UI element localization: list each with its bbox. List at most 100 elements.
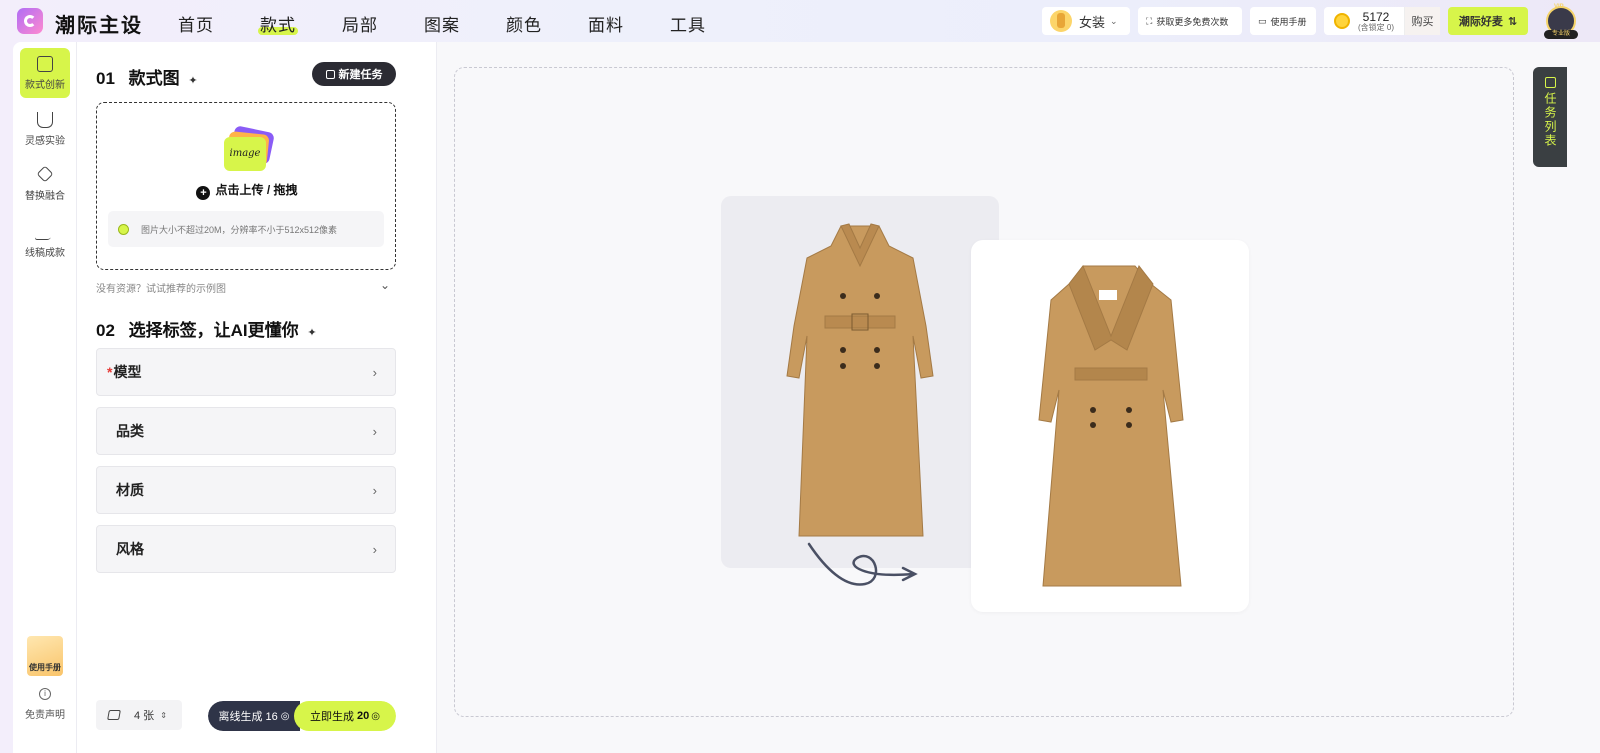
image-count-select[interactable]: 4 张 ⇕	[96, 700, 182, 730]
section-number: 01	[96, 69, 115, 88]
gender-value: 女装	[1079, 14, 1106, 30]
list-icon	[1544, 77, 1556, 88]
copy-icon	[325, 69, 335, 79]
chevron-right-icon: ›	[372, 541, 377, 557]
required-mark: *	[107, 364, 113, 380]
manual-label: 使用手册	[1270, 16, 1307, 27]
book-icon: ▭	[1258, 15, 1267, 26]
chevron-down-icon: ⌄	[1110, 15, 1118, 26]
settings-panel: 01 款式图 ✦ 新建任务 image + 点击上传 / 拖拽 图片大小不超过20…	[77, 42, 437, 753]
nav-pattern[interactable]: 图案	[424, 11, 460, 36]
nav-color[interactable]: 颜色	[506, 11, 542, 36]
rail-item-style-innovation[interactable]: 款式创新	[20, 48, 70, 98]
nav-tools[interactable]: 工具	[670, 11, 706, 36]
new-task-button[interactable]: 新建任务	[312, 62, 396, 86]
tag-label: 风格	[116, 541, 144, 557]
rail-label: 线稿成款	[25, 247, 65, 259]
credits-chip: 5172 (含锁定 0) 购买	[1324, 7, 1440, 35]
disclaimer-label: 免责声明	[25, 710, 65, 721]
dress-icon	[1050, 10, 1072, 32]
avatar-badge: 专业版	[1544, 30, 1578, 39]
sparkle-icon: ✦	[307, 327, 317, 339]
tag-row-model[interactable]: * 模型 ›	[96, 348, 396, 396]
tag-row-style[interactable]: 风格 ›	[96, 525, 396, 573]
nav-fabric[interactable]: 面料	[588, 11, 624, 36]
merge-icon	[36, 165, 54, 183]
curved-arrow-icon	[807, 542, 918, 586]
offline-generate-label: 离线生成 16	[218, 711, 278, 723]
coin-icon: ◎	[371, 710, 380, 722]
tool-rail: 款式创新 灵感实验 替换融合 线稿成款 使用手册 i 免责声明	[13, 42, 77, 753]
section-title: 选择标签，让AI更懂你	[128, 321, 299, 340]
section-style-image-title: 01 款式图 ✦	[96, 64, 198, 89]
image-icon: image	[224, 125, 275, 173]
rail-item-inspiration-lab[interactable]: 灵感实验	[20, 104, 70, 154]
manual-book-button[interactable]: 使用手册	[27, 636, 63, 676]
image-count-value: 4 张	[134, 710, 155, 722]
preview-stage	[454, 67, 1514, 717]
generate-buttons: 离线生成 16 ◎ 立即生成 20 ◎	[208, 701, 396, 731]
chevron-down-icon[interactable]: ⌄	[380, 278, 390, 292]
tag-label: 模型	[113, 364, 142, 380]
nav-local[interactable]: 局部	[342, 11, 378, 36]
plus-icon: +	[196, 186, 211, 200]
nav-style[interactable]: 款式	[258, 11, 298, 36]
flask-icon	[37, 111, 53, 128]
updown-icon: ⇕	[160, 710, 167, 720]
rail-item-sketch-to-style[interactable]: 线稿成款	[20, 216, 70, 266]
task-list-tab[interactable]: 任务列表	[1533, 67, 1567, 167]
free-uses-button[interactable]: ⛶ 获取更多免费次数	[1138, 7, 1242, 35]
section-title: 款式图	[128, 69, 180, 88]
trench-coat-image	[786, 223, 934, 537]
upload-hint-text: 图片大小不超过20M，分辨率不小于512x512像素	[141, 224, 338, 235]
rail-item-replace-merge[interactable]: 替换融合	[20, 160, 70, 210]
disclaimer-button[interactable]: i 免责声明	[20, 688, 70, 721]
coin-icon	[1334, 13, 1350, 29]
book-label: 使用手册	[29, 663, 61, 672]
section-tags-title: 02 选择标签，让AI更懂你 ✦	[96, 316, 317, 341]
top-bar: 潮际主设 首页 款式 局部 图案 颜色 面料 工具 女装 ⌄ ⛶ 获取更多免费次…	[0, 0, 1600, 42]
generate-now-label: 立即生成	[310, 711, 354, 723]
sample-link-text: 没有资源？试试推荐的示例图	[96, 284, 226, 295]
offline-generate-button[interactable]: 离线生成 16 ◎	[208, 701, 300, 731]
nav-home[interactable]: 首页	[178, 11, 214, 36]
task-list-label: 任务列表	[1543, 92, 1557, 148]
free-uses-label: 获取更多免费次数	[1156, 16, 1229, 27]
credits-value: 5172	[1362, 9, 1390, 24]
pen-icon	[34, 223, 56, 240]
star-icon	[37, 55, 53, 72]
check-icon	[118, 223, 129, 235]
coin-icon: ◎	[280, 710, 290, 722]
generate-now-button[interactable]: 立即生成 20 ◎	[294, 701, 396, 731]
credits-locked: (含锁定 0)	[1358, 22, 1394, 32]
upload-label[interactable]: + 点击上传 / 拖拽	[97, 181, 397, 200]
layers-icon	[107, 710, 121, 720]
logo-icon[interactable]	[17, 8, 43, 34]
sort-icon: ⇅	[1507, 15, 1518, 28]
vip-label: VIP	[1554, 4, 1564, 10]
new-task-label: 新建任务	[338, 69, 383, 81]
rail-label: 灵感实验	[25, 135, 65, 147]
tag-row-material[interactable]: 材质 ›	[96, 466, 396, 514]
recommend-button[interactable]: 潮际好麦 ⇅	[1448, 7, 1528, 35]
result-canvas	[437, 42, 1600, 753]
manual-button[interactable]: ▭ 使用手册	[1250, 7, 1316, 35]
generated-coat-image	[1038, 265, 1184, 587]
gender-select[interactable]: 女装 ⌄	[1042, 7, 1130, 35]
example-original-image	[721, 196, 999, 568]
brand-name[interactable]: 潮际主设	[55, 9, 143, 38]
tag-label: 材质	[116, 482, 144, 498]
rail-label: 替换融合	[25, 191, 65, 202]
upload-dropzone[interactable]: image + 点击上传 / 拖拽 图片大小不超过20M，分辨率不小于512x51…	[96, 102, 396, 270]
generate-now-cost: 20	[357, 710, 370, 722]
tag-label: 品类	[116, 423, 144, 439]
buy-button[interactable]: 购买	[1404, 7, 1440, 35]
image-icon-text: image	[224, 137, 266, 171]
sample-images-link[interactable]: 没有资源？试试推荐的示例图 ⌄	[96, 278, 396, 295]
chevron-right-icon: ›	[372, 364, 377, 380]
upload-label-text: 点击上传 / 拖拽	[215, 183, 298, 197]
info-icon: i	[39, 688, 51, 700]
rail-label: 款式创新	[25, 79, 65, 91]
tag-row-category[interactable]: 品类 ›	[96, 407, 396, 455]
scan-icon: ⛶	[1146, 15, 1153, 26]
